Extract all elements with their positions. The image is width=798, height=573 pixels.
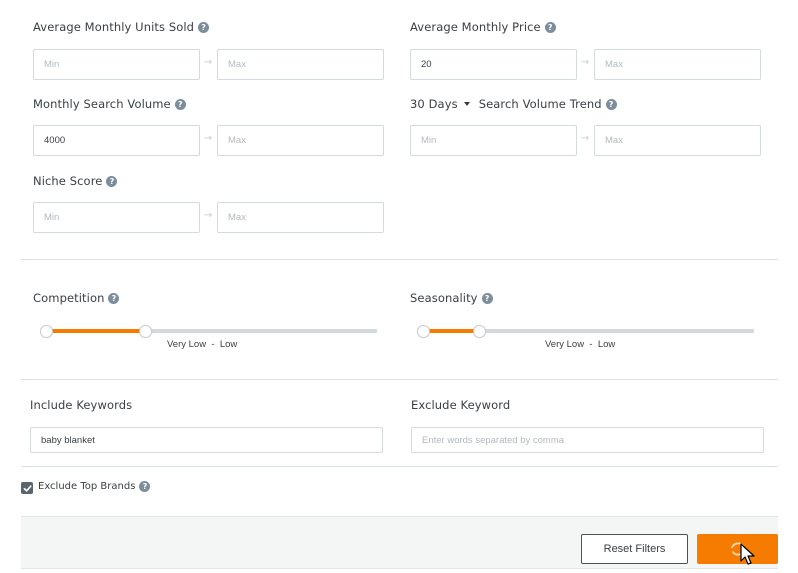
avg-price-min-input[interactable]: 20	[410, 49, 577, 80]
avg-units-sold-min-input[interactable]: Min	[33, 49, 200, 80]
exclude-keyword-input[interactable]: Enter words separated by comma	[411, 427, 764, 453]
search-volume-max-input[interactable]: Max	[217, 125, 384, 156]
mouse-pointer-icon	[740, 543, 755, 565]
section-divider	[21, 379, 778, 380]
avg-units-sold-label-text: Average Monthly Units Sold	[33, 20, 195, 34]
trend-period-dropdown[interactable]: 30 Days	[410, 97, 479, 111]
competition-caption-high: Low	[219, 339, 238, 350]
section-divider	[21, 466, 778, 467]
help-icon[interactable]: ?	[198, 21, 210, 33]
competition-slider-min-handle[interactable]	[39, 325, 53, 338]
help-icon[interactable]: ?	[174, 98, 186, 110]
seasonality-label: Seasonality ?	[410, 291, 493, 305]
competition-slider-fill	[46, 329, 146, 333]
avg-units-sold-max-input[interactable]: Max	[217, 49, 384, 80]
seasonality-slider-max-handle[interactable]	[472, 325, 486, 338]
exclude-keyword-label-text: Exclude Keyword	[411, 398, 511, 412]
competition-caption-low: Very Low	[167, 339, 207, 350]
seasonality-slider-min-handle[interactable]	[416, 325, 430, 338]
help-icon[interactable]: ?	[605, 98, 617, 110]
arrow-right-icon: →	[203, 210, 213, 221]
search-trend-max-input[interactable]: Max	[594, 125, 761, 156]
search-volume-label-text: Monthly Search Volume	[33, 97, 171, 111]
help-icon[interactable]: ?	[139, 481, 151, 492]
arrow-right-icon: →	[203, 57, 213, 68]
search-volume-min-input[interactable]: 4000	[33, 125, 200, 156]
exclude-keyword-label: Exclude Keyword	[411, 398, 510, 412]
seasonality-caption-separator: -	[589, 339, 593, 350]
niche-score-label: Niche Score ?	[33, 174, 118, 188]
search-trend-label: 30 Days Search Volume Trend ?	[410, 97, 617, 111]
seasonality-label-text: Seasonality	[410, 291, 478, 305]
include-keywords-label-text: Include Keywords	[30, 398, 133, 412]
avg-price-label: Average Monthly Price ?	[410, 20, 556, 34]
reset-filters-button[interactable]: Reset Filters	[581, 534, 688, 564]
trend-period-value[interactable]: 30 Days	[410, 97, 458, 111]
section-divider	[21, 259, 778, 260]
seasonality-caption-high: Low	[597, 339, 616, 350]
avg-price-label-text: Average Monthly Price	[410, 20, 541, 34]
seasonality-slider-fill	[423, 329, 480, 333]
seasonality-range-caption: Very Low - Low	[545, 339, 615, 350]
help-icon[interactable]: ?	[106, 175, 118, 187]
exclude-top-brands-label-text[interactable]: Exclude Top Brands	[38, 481, 135, 492]
avg-price-max-input[interactable]: Max	[594, 49, 761, 80]
caret-down-icon[interactable]	[463, 102, 470, 106]
help-icon[interactable]: ?	[108, 292, 120, 304]
arrow-right-icon: →	[580, 57, 590, 68]
arrow-right-icon: →	[580, 133, 590, 144]
niche-score-max-input[interactable]: Max	[217, 202, 384, 233]
competition-caption-separator: -	[211, 339, 215, 350]
seasonality-caption-low: Very Low	[545, 339, 585, 350]
help-icon[interactable]: ?	[481, 292, 493, 304]
avg-units-sold-label: Average Monthly Units Sold ?	[33, 20, 210, 34]
search-trend-label-text: Search Volume Trend	[478, 97, 602, 111]
arrow-right-icon: →	[203, 133, 213, 144]
search-trend-min-input[interactable]: Min	[410, 125, 577, 156]
competition-slider-max-handle[interactable]	[138, 325, 152, 338]
competition-label: Competition ?	[33, 291, 120, 305]
exclude-top-brands-label[interactable]: Exclude Top Brands ?	[38, 481, 151, 492]
include-keywords-label: Include Keywords	[30, 398, 132, 412]
search-volume-label: Monthly Search Volume ?	[33, 97, 186, 111]
niche-score-min-input[interactable]: Min	[33, 202, 200, 233]
exclude-top-brands-checkbox[interactable]	[21, 482, 33, 494]
competition-label-text: Competition	[33, 291, 105, 305]
checkmark-icon	[23, 484, 32, 492]
help-icon[interactable]: ?	[544, 21, 556, 33]
search-button[interactable]	[697, 534, 778, 564]
competition-range-caption: Very Low - Low	[167, 339, 237, 350]
include-keywords-input[interactable]: baby blanket	[30, 427, 383, 453]
niche-score-label-text: Niche Score	[33, 174, 103, 188]
